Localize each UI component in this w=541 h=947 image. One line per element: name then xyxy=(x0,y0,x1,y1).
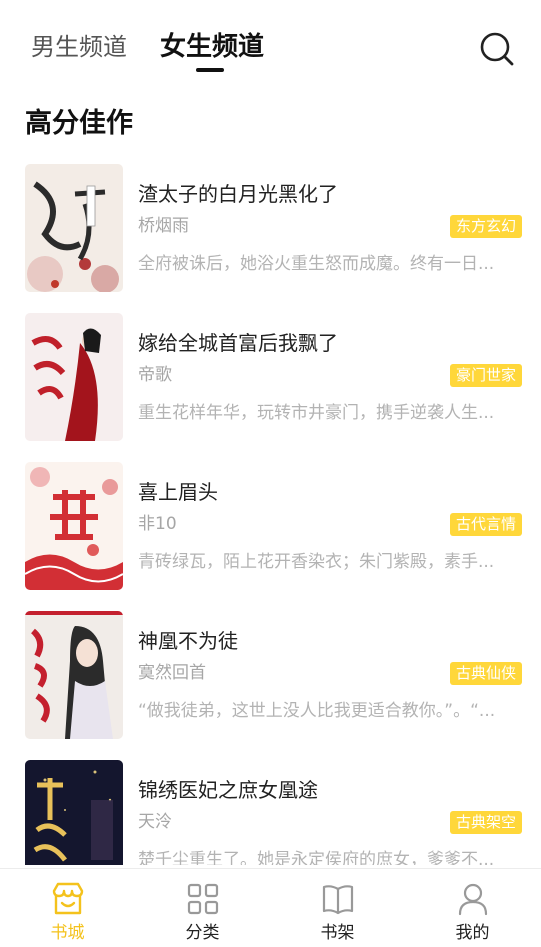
nav-item-mine[interactable]: 我的 xyxy=(405,869,540,947)
book-author: 非10 xyxy=(138,514,177,534)
book-title: 渣太子的白月光黑化了 xyxy=(138,182,338,206)
store-icon xyxy=(52,882,83,915)
genre-tag: 古代言情 xyxy=(449,513,522,536)
nav-item-bookstore[interactable]: 书城 xyxy=(0,869,135,947)
book-title: 神凰不为徒 xyxy=(138,629,238,653)
genre-tag: 豪门世家 xyxy=(449,364,522,387)
section-title: 高分佳作 xyxy=(25,108,133,139)
book-description: 青砖绿瓦，陌上花开香染衣；朱门紫殿，素手... xyxy=(138,552,495,572)
book-cover[interactable] xyxy=(25,164,123,292)
tab-female-channel[interactable]: 女生频道 xyxy=(160,30,264,64)
user-icon xyxy=(458,883,487,916)
book-description: 楚千尘重生了。她是永定侯府的庶女，爹爹不... xyxy=(138,850,495,865)
book-item[interactable]: 嫁给全城首富后我飘了 帝歌 豪门世家 重生花样年华，玩转市井豪门，携手逆袭人生.… xyxy=(0,313,541,441)
book-list: 渣太子的白月光黑化了 桥烟雨 东方玄幻 全府被诛后，她浴火重生怒而成魔。终有一日… xyxy=(0,162,541,865)
nav-label: 书城 xyxy=(50,923,85,943)
book-description: 重生花样年华，玩转市井豪门，携手逆袭人生... xyxy=(138,403,495,423)
genre-tag: 古典仙侠 xyxy=(449,662,522,685)
book-description: 全府被诛后，她浴火重生怒而成魔。终有一日... xyxy=(138,254,495,274)
book-title: 嫁给全城首富后我飘了 xyxy=(138,331,338,355)
top-bar: 男生频道 女生频道 xyxy=(0,0,541,90)
book-author: 帝歌 xyxy=(138,365,172,385)
book-author: 天泠 xyxy=(138,812,172,832)
nav-label: 书架 xyxy=(320,923,355,943)
active-tab-indicator xyxy=(196,68,224,72)
book-cover[interactable] xyxy=(25,313,123,441)
book-description: “做我徒弟，这世上没人比我更适合教你。”。“... xyxy=(138,701,496,721)
search-icon xyxy=(480,32,514,66)
book-author: 寞然回首 xyxy=(138,663,206,683)
book-item[interactable]: 神凰不为徒 寞然回首 古典仙侠 “做我徒弟，这世上没人比我更适合教你。”。“..… xyxy=(0,611,541,739)
nav-item-category[interactable]: 分类 xyxy=(135,869,270,947)
bottom-nav: 书城 分类 书架 我的 xyxy=(0,868,541,947)
book-item[interactable]: 锦绣医妃之庶女凰途 天泠 古典架空 楚千尘重生了。她是永定侯府的庶女，爹爹不..… xyxy=(0,760,541,865)
book-title: 锦绣医妃之庶女凰途 xyxy=(138,778,318,802)
genre-tag: 古典架空 xyxy=(449,811,522,834)
book-cover[interactable] xyxy=(25,760,123,865)
book-title: 喜上眉头 xyxy=(138,480,218,504)
book-cover[interactable] xyxy=(25,611,123,739)
book-item[interactable]: 喜上眉头 非10 古代言情 青砖绿瓦，陌上花开香染衣；朱门紫殿，素手... xyxy=(0,462,541,590)
nav-label: 分类 xyxy=(185,923,220,943)
book-author: 桥烟雨 xyxy=(138,216,189,236)
genre-tag: 东方玄幻 xyxy=(449,215,522,238)
book-item[interactable]: 渣太子的白月光黑化了 桥烟雨 东方玄幻 全府被诛后，她浴火重生怒而成魔。终有一日… xyxy=(0,164,541,292)
book-cover[interactable] xyxy=(25,462,123,590)
search-button[interactable] xyxy=(476,28,516,68)
book-icon xyxy=(322,885,353,915)
nav-item-bookshelf[interactable]: 书架 xyxy=(270,869,405,947)
tab-male-channel[interactable]: 男生频道 xyxy=(31,30,127,64)
grid-icon xyxy=(187,883,218,915)
nav-label: 我的 xyxy=(455,923,490,943)
